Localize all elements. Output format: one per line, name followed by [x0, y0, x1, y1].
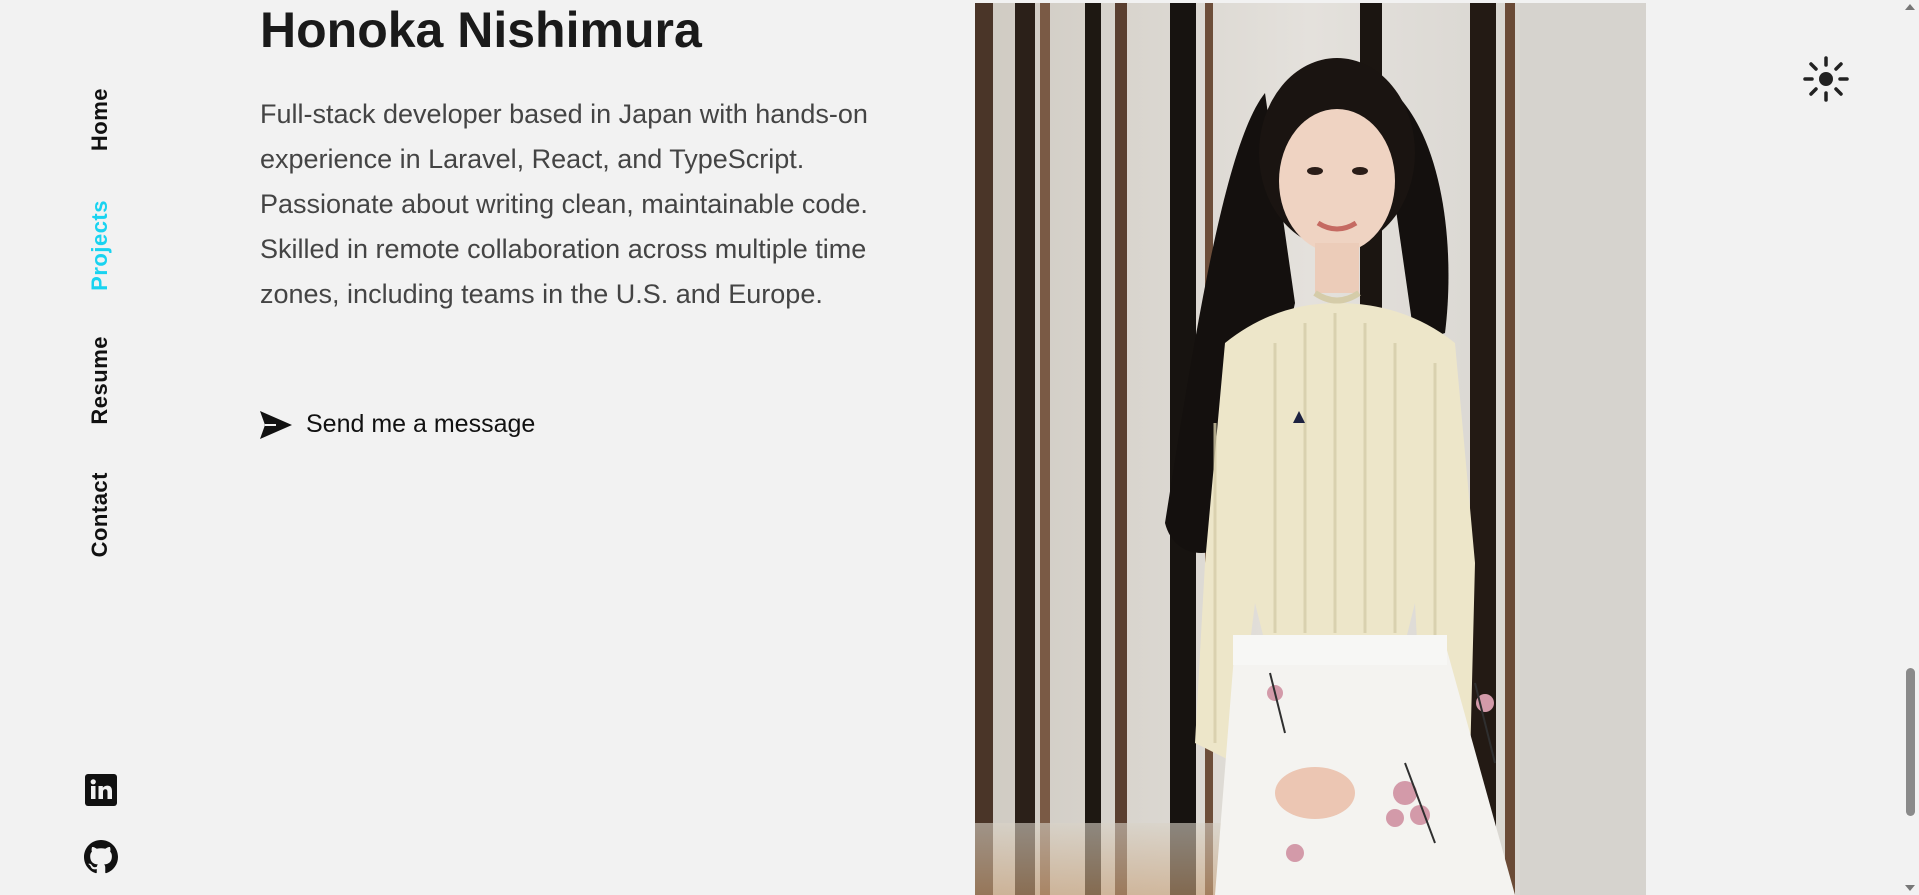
- nav-item-home-label: Home: [87, 88, 112, 152]
- send-message-label: Send me a message: [306, 410, 536, 438]
- page-title: Honoka Nishimura: [260, 2, 702, 58]
- nav-item-resume[interactable]: Resume: [80, 330, 120, 430]
- github-icon: [84, 840, 118, 874]
- scrollbar-thumb[interactable]: [1906, 668, 1915, 816]
- portfolio-page: Home Projects Resume Contact Honoka Nish…: [0, 0, 1919, 895]
- linkedin-link[interactable]: [84, 773, 118, 807]
- nav-item-resume-label: Resume: [87, 335, 112, 425]
- bio-text: Full-stack developer based in Japan with…: [260, 99, 868, 309]
- nav-item-contact-label: Contact: [87, 472, 112, 558]
- scroll-up-arrow-icon[interactable]: [1905, 4, 1915, 10]
- scroll-down-arrow-icon[interactable]: [1905, 885, 1915, 891]
- profile-photo-image: [975, 3, 1646, 895]
- send-icon: [260, 410, 292, 439]
- nav-item-projects[interactable]: Projects: [80, 195, 120, 295]
- nav-item-home[interactable]: Home: [80, 80, 120, 160]
- nav-item-projects-label: Projects: [87, 199, 112, 291]
- github-link[interactable]: [84, 840, 118, 874]
- linkedin-icon: [85, 774, 117, 806]
- sun-icon: [1803, 56, 1849, 102]
- theme-toggle-button[interactable]: [1802, 55, 1850, 103]
- page-scrollbar[interactable]: [1901, 0, 1919, 895]
- nav-item-contact[interactable]: Contact: [80, 465, 120, 565]
- profile-photo: [975, 3, 1646, 895]
- send-message-link[interactable]: Send me a message: [260, 410, 535, 439]
